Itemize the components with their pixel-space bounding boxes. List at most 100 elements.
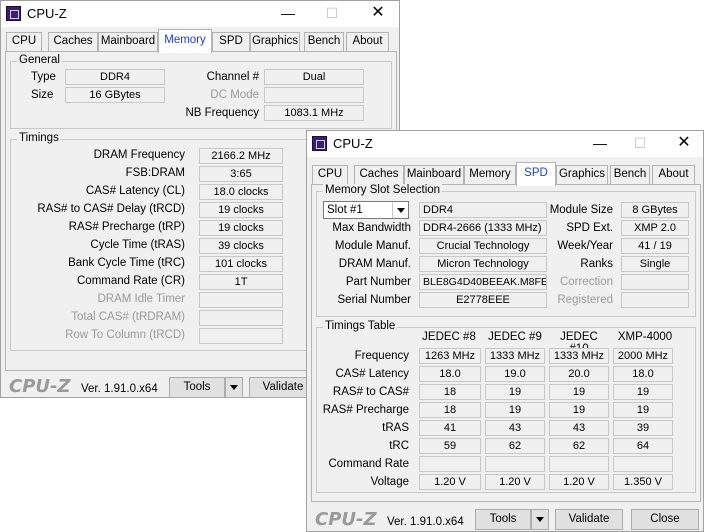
timing-cell: 41 <box>419 420 481 436</box>
timing-cell: 18.0 <box>419 366 481 382</box>
timing-row-label: tRAS <box>382 422 409 434</box>
tab-mainboard[interactable]: Mainboard <box>404 165 464 185</box>
timing-row-label: Command Rate <box>328 458 409 470</box>
dram-manuf-label: DRAM Manuf. <box>338 258 411 270</box>
slot-select[interactable]: Slot #1 <box>323 201 409 219</box>
tab-bench[interactable]: Bench <box>304 32 344 52</box>
timing-row-label: CAS# Latency <box>335 368 409 380</box>
tab-cpu[interactable]: CPU <box>312 165 348 185</box>
timings-table-title: Timings Table <box>323 320 398 332</box>
timing-cell: 19 <box>613 402 673 418</box>
timing-label: DRAM Frequency <box>93 149 185 161</box>
size-value: 16 GBytes <box>65 87 165 103</box>
version-label: Ver. 1.91.0.x64 <box>387 516 464 528</box>
timing-cell: 2000 MHz <box>613 348 673 364</box>
timing-cell: 39 <box>613 420 673 436</box>
tools-button[interactable]: Tools <box>475 509 531 530</box>
serial-number-label: Serial Number <box>337 294 412 306</box>
timing-cell: 43 <box>485 420 545 436</box>
timings-title: Timings <box>17 132 61 144</box>
timing-row-label: tRC <box>389 440 409 452</box>
version-label: Ver. 1.91.0.x64 <box>81 383 158 395</box>
tools-button[interactable]: Tools <box>169 377 225 398</box>
nb-frequency-label: NB Frequency <box>185 107 259 119</box>
timing-cell: 1263 MHz <box>419 348 481 364</box>
memory-slot-title: Memory Slot Selection <box>323 184 443 196</box>
column-header: JEDEC #8 <box>422 331 476 343</box>
timing-cell: 18 <box>419 402 481 418</box>
timing-cell: 19.0 <box>485 366 545 382</box>
tab-caches[interactable]: Caches <box>354 165 404 185</box>
timing-cell: 20.0 <box>549 366 609 382</box>
timing-cell: 43 <box>549 420 609 436</box>
timing-row-label: RAS# to CAS# <box>332 386 409 398</box>
maximize-button[interactable]: ☐ <box>625 133 655 153</box>
close-button[interactable]: Close <box>631 509 699 530</box>
registered-value <box>621 292 689 308</box>
column-header: XMP-4000 <box>617 331 673 343</box>
close-window-button[interactable]: ✕ <box>363 3 393 23</box>
timing-label: Total CAS# (tRDRAM) <box>71 311 185 323</box>
maximize-button[interactable]: ☐ <box>317 3 347 23</box>
timing-value: 19 clocks <box>199 202 283 218</box>
tab-about[interactable]: About <box>652 165 695 185</box>
module-manuf-value: Crucial Technology <box>419 238 547 254</box>
tab-memory[interactable]: Memory <box>464 165 516 185</box>
timing-label: Cycle Time (tRAS) <box>90 239 185 251</box>
timing-value <box>199 292 283 308</box>
correction-label: Correction <box>559 276 613 288</box>
channel-label: Channel # <box>206 71 259 83</box>
title-bar[interactable]: CPU-Z — ☐ ✕ <box>1 1 399 27</box>
timing-cell: 59 <box>419 438 481 454</box>
tab-spd[interactable]: SPD <box>516 162 556 186</box>
timing-value: 3:65 <box>199 166 283 182</box>
tab-mainboard[interactable]: Mainboard <box>98 32 158 52</box>
timing-value: 101 clocks <box>199 256 283 272</box>
minimize-button[interactable]: — <box>585 133 615 153</box>
title-bar[interactable]: CPU-Z — ☐ ✕ <box>307 131 703 157</box>
timing-label: Command Rate (CR) <box>77 275 185 287</box>
close-window-button[interactable]: ✕ <box>669 133 699 153</box>
cpuz-logo: CPU-Z <box>315 509 377 530</box>
tools-dropdown-arrow[interactable] <box>225 377 243 398</box>
nb-frequency-value: 1083.1 MHz <box>264 105 364 121</box>
slot-select-value: Slot #1 <box>327 204 363 216</box>
tab-about[interactable]: About <box>346 32 389 52</box>
timing-label: RAS# to CAS# Delay (tRCD) <box>37 203 185 215</box>
module-size-label: Module Size <box>549 204 613 216</box>
cpuz-app-icon <box>6 6 21 21</box>
timing-value: 2166.2 MHz <box>199 148 283 164</box>
dc-mode-value <box>264 87 364 103</box>
memory-slot-group: Memory Slot Selection Slot #1 DDR4 Modul… <box>316 184 696 317</box>
tab-bench[interactable]: Bench <box>610 165 650 185</box>
timing-cell: 1333 MHz <box>485 348 545 364</box>
tab-spd[interactable]: SPD <box>212 32 250 52</box>
module-type-value: DDR4 <box>419 202 547 218</box>
timing-row-label: Frequency <box>354 350 409 362</box>
timing-cell <box>419 456 481 472</box>
timing-cell: 1.20 V <box>485 474 545 490</box>
timing-cell: 62 <box>485 438 545 454</box>
module-size-value: 8 GBytes <box>621 202 689 218</box>
week-year-value: 41 / 19 <box>621 238 689 254</box>
tab-caches[interactable]: Caches <box>48 32 98 52</box>
timing-cell: 19 <box>549 402 609 418</box>
tab-memory[interactable]: Memory <box>158 29 212 53</box>
general-title: General <box>17 54 62 66</box>
type-value: DDR4 <box>65 69 165 85</box>
tab-cpu[interactable]: CPU <box>6 32 42 52</box>
module-manuf-label: Module Manuf. <box>334 240 411 252</box>
part-number-label: Part Number <box>345 276 411 288</box>
tools-dropdown-arrow[interactable] <box>531 509 549 530</box>
timing-cell: 18 <box>419 384 481 400</box>
validate-button[interactable]: Validate <box>555 509 623 530</box>
registered-label: Registered <box>557 294 613 306</box>
max-bandwidth-value: DDR4-2666 (1333 MHz) <box>419 220 547 236</box>
timing-value <box>199 328 283 344</box>
tab-graphics[interactable]: Graphics <box>250 32 300 52</box>
channel-value: Dual <box>264 69 364 85</box>
timing-cell: 64 <box>613 438 673 454</box>
timing-cell: 19 <box>485 384 545 400</box>
tab-graphics[interactable]: Graphics <box>556 165 608 185</box>
minimize-button[interactable]: — <box>273 3 303 23</box>
